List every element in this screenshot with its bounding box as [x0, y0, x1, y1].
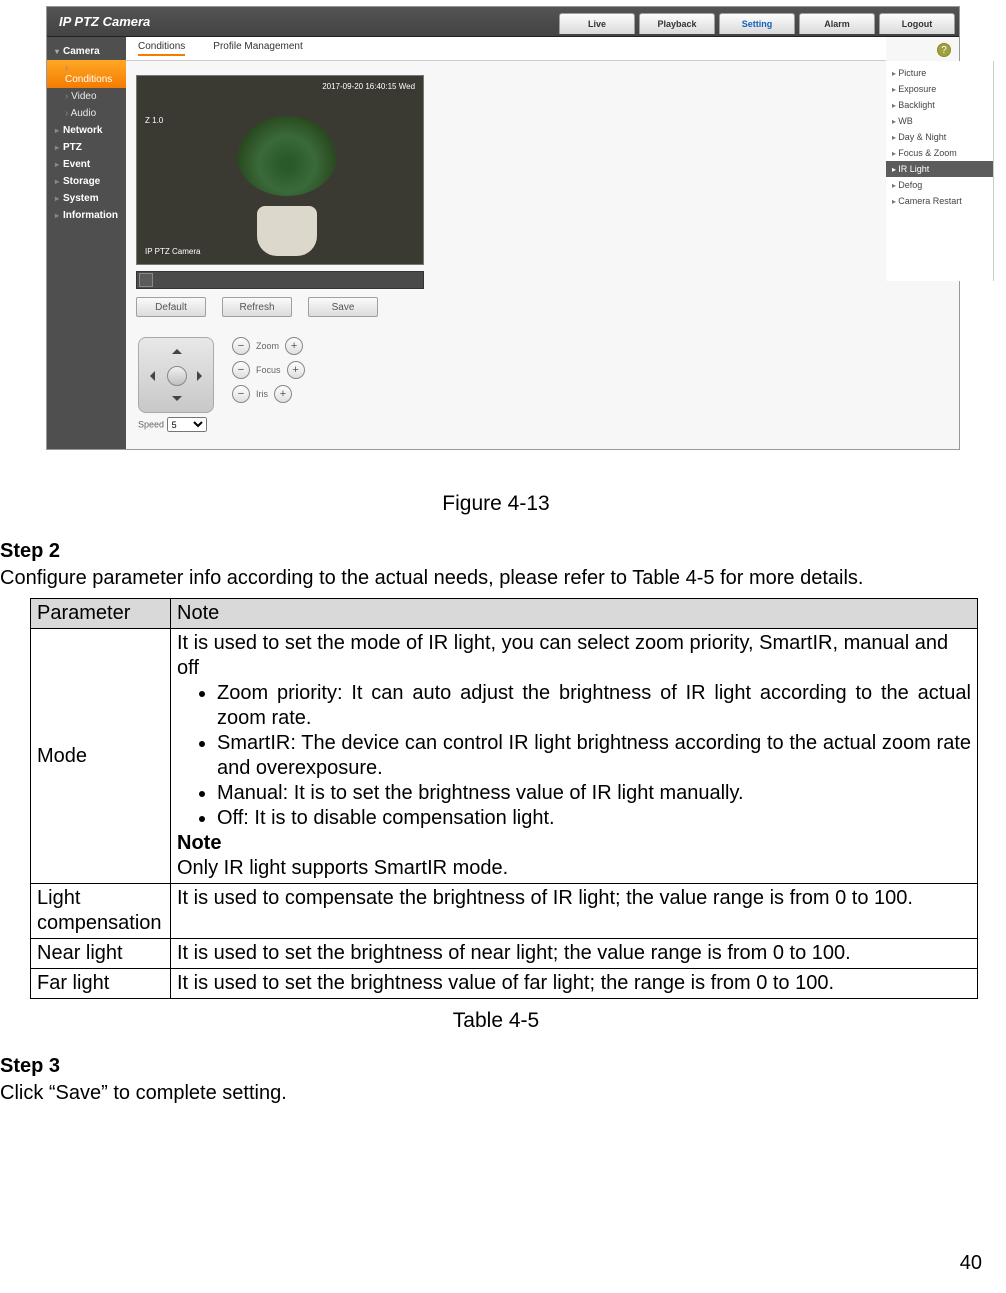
ptz-right-icon[interactable] — [197, 371, 207, 381]
subtab-profile[interactable]: Profile Management — [213, 41, 303, 56]
video-toolbar — [136, 271, 424, 289]
step2-heading: Step 2 — [0, 540, 992, 563]
sidebar-group-information[interactable]: Information — [47, 207, 126, 224]
menu-exposure[interactable]: Exposure — [886, 81, 993, 97]
table-header-parameter: Parameter — [31, 599, 171, 629]
parameter-panel: Profile Day Mode Manual Laser Intensity … — [994, 61, 1006, 449]
step2-text: Configure parameter info according to th… — [0, 565, 992, 592]
sub-tabs: Conditions Profile Management — [126, 37, 886, 61]
camera-ui-screenshot: IP PTZ Camera Live Playback Setting Alar… — [47, 7, 959, 449]
focus-minus-icon[interactable]: − — [232, 361, 250, 379]
ptz-dpad[interactable] — [138, 337, 214, 413]
save-button[interactable]: Save — [308, 297, 378, 317]
speed-select[interactable]: 5 — [167, 417, 207, 432]
menu-focuszoom[interactable]: Focus & Zoom — [886, 145, 993, 161]
row-lightcomp-note: It is used to compensate the brightness … — [171, 884, 978, 939]
fullscreen-icon[interactable] — [139, 273, 153, 287]
screenshot-frame: IP PTZ Camera Live Playback Setting Alar… — [46, 6, 960, 450]
row-farlight-note: It is used to set the brightness value o… — [171, 969, 978, 999]
table-header-note: Note — [171, 599, 978, 629]
top-nav: Live Playback Setting Alarm Logout — [559, 9, 959, 34]
ptz-down-icon[interactable] — [172, 396, 182, 406]
row-mode-note: It is used to set the mode of IR light, … — [171, 629, 978, 884]
osd-zoom: Z 1.0 — [145, 116, 163, 125]
sidebar-item-conditions[interactable]: Conditions — [47, 60, 126, 88]
tab-playback[interactable]: Playback — [639, 13, 715, 34]
row-lightcomp-param: Light compensation — [31, 884, 171, 939]
iris-label: Iris — [256, 389, 268, 399]
sidebar-group-system[interactable]: System — [47, 190, 126, 207]
sidebar-item-video[interactable]: Video — [47, 88, 126, 105]
iris-plus-icon[interactable]: + — [274, 385, 292, 403]
sidebar-group-event[interactable]: Event — [47, 156, 126, 173]
page-number: 40 — [960, 1252, 982, 1275]
row-nearlight-note: It is used to set the brightness of near… — [171, 939, 978, 969]
left-sidebar: Camera Conditions Video Audio Network PT… — [47, 37, 126, 449]
zoom-label: Zoom — [256, 341, 279, 351]
zoom-plus-icon[interactable]: + — [285, 337, 303, 355]
menu-picture[interactable]: Picture — [886, 65, 993, 81]
default-button[interactable]: Default — [136, 297, 206, 317]
top-bar: IP PTZ Camera Live Playback Setting Alar… — [47, 7, 959, 37]
tab-setting[interactable]: Setting — [719, 13, 795, 34]
sidebar-group-network[interactable]: Network — [47, 122, 126, 139]
speed-label: Speed — [138, 420, 164, 430]
ptz-center-icon[interactable] — [167, 366, 187, 386]
step3-text: Click “Save” to complete setting. — [0, 1080, 992, 1107]
logo-text: IP PTZ Camera — [59, 14, 150, 29]
video-preview: Z 1.0 2017-09-20 16:40:15 Wed IP PTZ Cam… — [136, 75, 424, 265]
sidebar-group-camera[interactable]: Camera — [47, 43, 126, 60]
osd-timestamp: 2017-09-20 16:40:15 Wed — [322, 82, 415, 91]
zoom-minus-icon[interactable]: − — [232, 337, 250, 355]
row-farlight-param: Far light — [31, 969, 171, 999]
help-icon[interactable]: ? — [937, 43, 951, 57]
menu-defog[interactable]: Defog — [886, 177, 993, 193]
menu-backlight[interactable]: Backlight — [886, 97, 993, 113]
tab-alarm[interactable]: Alarm — [799, 13, 875, 34]
focus-plus-icon[interactable]: + — [287, 361, 305, 379]
sidebar-item-audio[interactable]: Audio — [47, 105, 126, 122]
table-caption: Table 4-5 — [0, 1009, 992, 1033]
sidebar-group-storage[interactable]: Storage — [47, 173, 126, 190]
step3-heading: Step 3 — [0, 1055, 992, 1078]
tab-logout[interactable]: Logout — [879, 13, 955, 34]
ptz-left-icon[interactable] — [145, 371, 155, 381]
focus-label: Focus — [256, 365, 281, 375]
settings-menu: Picture Exposure Backlight WB Day & Nigh… — [886, 61, 994, 281]
subtab-conditions[interactable]: Conditions — [138, 41, 185, 56]
sidebar-group-ptz[interactable]: PTZ — [47, 139, 126, 156]
figure-caption: Figure 4-13 — [0, 492, 992, 516]
osd-camera: IP PTZ Camera — [145, 247, 200, 256]
iris-minus-icon[interactable]: − — [232, 385, 250, 403]
menu-camerarestart[interactable]: Camera Restart — [886, 193, 993, 209]
parameter-table: Parameter Note Mode It is used to set th… — [30, 598, 978, 999]
refresh-button[interactable]: Refresh — [222, 297, 292, 317]
menu-daynight[interactable]: Day & Night — [886, 129, 993, 145]
row-mode-param: Mode — [31, 629, 171, 884]
document-body: Figure 4-13 Step 2 Configure parameter i… — [0, 450, 1006, 1107]
menu-wb[interactable]: WB — [886, 113, 993, 129]
plant-image — [227, 116, 347, 256]
row-nearlight-param: Near light — [31, 939, 171, 969]
tab-live[interactable]: Live — [559, 13, 635, 34]
ptz-up-icon[interactable] — [172, 344, 182, 354]
menu-irlight[interactable]: IR Light — [886, 161, 993, 177]
